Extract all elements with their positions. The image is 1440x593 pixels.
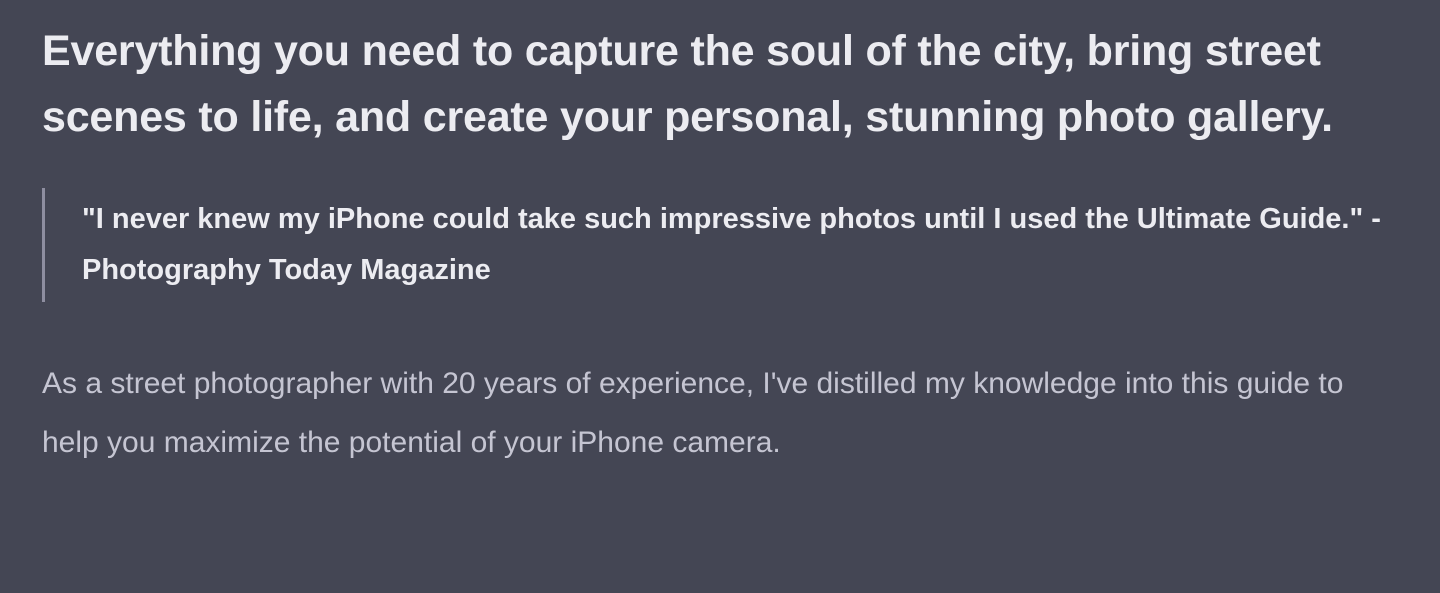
testimonial-quote-text: "I never knew my iPhone could take such … <box>82 203 1381 286</box>
message-paragraph: As a street photographer with 20 years o… <box>42 367 1344 459</box>
testimonial-blockquote: "I never knew my iPhone could take such … <box>42 188 1382 302</box>
message-heading: Everything you need to capture the soul … <box>42 27 1333 141</box>
chat-message-content: Everything you need to capture the soul … <box>42 18 1402 472</box>
